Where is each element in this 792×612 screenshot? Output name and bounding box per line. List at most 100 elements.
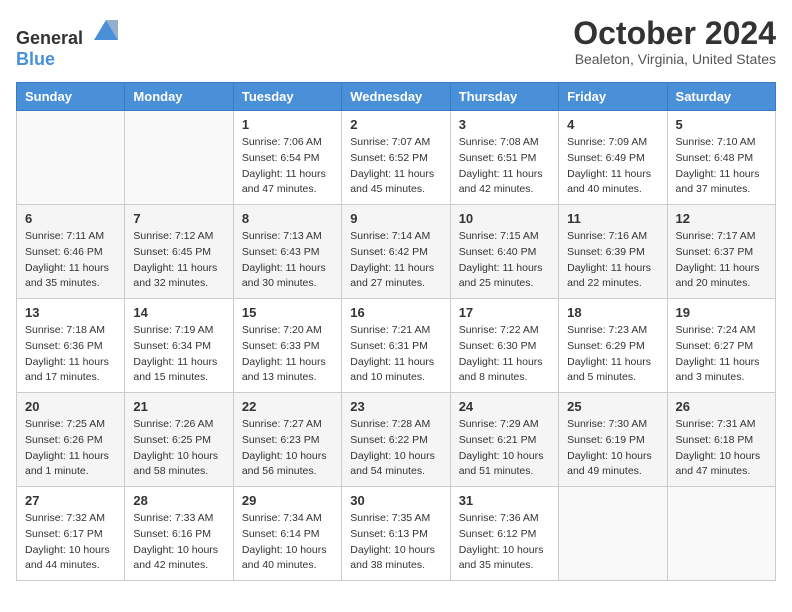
logo: General Blue [16,16,122,70]
calendar-day-cell: 25Sunrise: 7:30 AMSunset: 6:19 PMDayligh… [559,393,667,487]
calendar-day-cell: 29 Sunrise: 7:34 AMSunset: 6:14 PMDayligh… [233,487,341,581]
calendar-day-header: Tuesday [233,83,341,111]
calendar-day-cell: 12 Sunrise: 7:17 AMSunset: 6:37 PMDayligh… [667,205,775,299]
day-number: 12 [676,211,767,226]
day-info: Sunrise: 7:25 AMSunset: 6:26 PMDaylight:… [25,417,116,480]
day-number: 30 [350,493,441,508]
location: Bealeton, Virginia, United States [573,51,776,67]
day-info: Sunrise: 7:24 AMSunset: 6:27 PMDaylight:… [676,323,767,386]
calendar-day-cell: 19 Sunrise: 7:24 AMSunset: 6:27 PMDayligh… [667,299,775,393]
calendar-day-cell: 20 Sunrise: 7:25 AMSunset: 6:26 PMDayligh… [17,393,125,487]
title-block: October 2024 Bealeton, Virginia, United … [573,16,776,67]
day-number: 26 [676,399,767,414]
calendar-day-cell: 21 Sunrise: 7:26 AMSunset: 6:25 PMDayligh… [125,393,233,487]
day-number: 29 [242,493,333,508]
calendar-day-cell: 15 Sunrise: 7:20 AMSunset: 6:33 PMDayligh… [233,299,341,393]
day-info: Sunrise: 7:13 AMSunset: 6:43 PMDaylight:… [242,229,333,292]
day-info: Sunrise: 7:29 AMSunset: 6:21 PMDaylight:… [459,417,550,480]
day-info: Sunrise: 7:16 AMSunset: 6:39 PMDaylight:… [567,229,658,292]
day-info: Sunrise: 7:21 AMSunset: 6:31 PMDaylight:… [350,323,441,386]
day-number: 23 [350,399,441,414]
day-number: 6 [25,211,116,226]
calendar-table: SundayMondayTuesdayWednesdayThursdayFrid… [16,82,776,581]
day-number: 18 [567,305,658,320]
day-info: Sunrise: 7:30 AMSunset: 6:19 PMDaylight:… [567,417,658,480]
calendar-day-cell: 10 Sunrise: 7:15 AMSunset: 6:40 PMDayligh… [450,205,558,299]
calendar-day-cell: 26Sunrise: 7:31 AMSunset: 6:18 PMDayligh… [667,393,775,487]
calendar-day-cell [125,111,233,205]
calendar-day-cell: 6 Sunrise: 7:11 AMSunset: 6:46 PMDaylight… [17,205,125,299]
day-number: 19 [676,305,767,320]
day-number: 21 [133,399,224,414]
day-number: 22 [242,399,333,414]
calendar-day-cell [667,487,775,581]
logo-text: General Blue [16,16,122,70]
day-number: 20 [25,399,116,414]
day-info: Sunrise: 7:10 AMSunset: 6:48 PMDaylight:… [676,135,767,198]
day-info: Sunrise: 7:27 AMSunset: 6:23 PMDaylight:… [242,417,333,480]
calendar-day-header: Sunday [17,83,125,111]
day-number: 28 [133,493,224,508]
calendar-week-row: 20 Sunrise: 7:25 AMSunset: 6:26 PMDayligh… [17,393,776,487]
day-info: Sunrise: 7:09 AMSunset: 6:49 PMDaylight:… [567,135,658,198]
calendar-day-cell: 1 Sunrise: 7:06 AMSunset: 6:54 PMDaylight… [233,111,341,205]
calendar-day-cell: 23Sunrise: 7:28 AMSunset: 6:22 PMDayligh… [342,393,450,487]
calendar-day-cell: 5 Sunrise: 7:10 AMSunset: 6:48 PMDaylight… [667,111,775,205]
day-info: Sunrise: 7:11 AMSunset: 6:46 PMDaylight:… [25,229,116,292]
day-number: 9 [350,211,441,226]
page-header: General Blue October 2024 Bealeton, Virg… [16,16,776,70]
calendar-day-cell: 28Sunrise: 7:33 AMSunset: 6:16 PMDayligh… [125,487,233,581]
calendar-day-cell: 18 Sunrise: 7:23 AMSunset: 6:29 PMDayligh… [559,299,667,393]
day-info: Sunrise: 7:14 AMSunset: 6:42 PMDaylight:… [350,229,441,292]
calendar-day-cell: 17Sunrise: 7:22 AMSunset: 6:30 PMDayligh… [450,299,558,393]
day-info: Sunrise: 7:23 AMSunset: 6:29 PMDaylight:… [567,323,658,386]
calendar-day-cell: 11 Sunrise: 7:16 AMSunset: 6:39 PMDayligh… [559,205,667,299]
day-info: Sunrise: 7:19 AMSunset: 6:34 PMDaylight:… [133,323,224,386]
day-info: Sunrise: 7:36 AMSunset: 6:12 PMDaylight:… [459,511,550,574]
calendar-day-header: Monday [125,83,233,111]
day-number: 4 [567,117,658,132]
day-number: 1 [242,117,333,132]
calendar-day-cell: 14Sunrise: 7:19 AMSunset: 6:34 PMDayligh… [125,299,233,393]
calendar-day-header: Thursday [450,83,558,111]
calendar-day-cell: 13Sunrise: 7:18 AMSunset: 6:36 PMDayligh… [17,299,125,393]
calendar-week-row: 27 Sunrise: 7:32 AMSunset: 6:17 PMDayligh… [17,487,776,581]
calendar-day-header: Wednesday [342,83,450,111]
day-info: Sunrise: 7:06 AMSunset: 6:54 PMDaylight:… [242,135,333,198]
calendar-day-cell: 7Sunrise: 7:12 AMSunset: 6:45 PMDaylight… [125,205,233,299]
calendar-day-cell: 30 Sunrise: 7:35 AMSunset: 6:13 PMDayligh… [342,487,450,581]
calendar-day-header: Saturday [667,83,775,111]
calendar-week-row: 6 Sunrise: 7:11 AMSunset: 6:46 PMDaylight… [17,205,776,299]
day-info: Sunrise: 7:26 AMSunset: 6:25 PMDaylight:… [133,417,224,480]
day-number: 8 [242,211,333,226]
calendar-day-cell: 16Sunrise: 7:21 AMSunset: 6:31 PMDayligh… [342,299,450,393]
calendar-week-row: 13Sunrise: 7:18 AMSunset: 6:36 PMDayligh… [17,299,776,393]
day-number: 31 [459,493,550,508]
calendar-week-row: 1 Sunrise: 7:06 AMSunset: 6:54 PMDaylight… [17,111,776,205]
calendar-day-cell [17,111,125,205]
day-number: 27 [25,493,116,508]
calendar-day-header: Friday [559,83,667,111]
calendar-day-cell: 4 Sunrise: 7:09 AMSunset: 6:49 PMDaylight… [559,111,667,205]
month-title: October 2024 [573,16,776,51]
calendar-header-row: SundayMondayTuesdayWednesdayThursdayFrid… [17,83,776,111]
logo-general: General [16,28,83,48]
day-info: Sunrise: 7:15 AMSunset: 6:40 PMDaylight:… [459,229,550,292]
day-info: Sunrise: 7:17 AMSunset: 6:37 PMDaylight:… [676,229,767,292]
logo-blue: Blue [16,49,55,69]
day-info: Sunrise: 7:20 AMSunset: 6:33 PMDaylight:… [242,323,333,386]
calendar-day-cell: 27 Sunrise: 7:32 AMSunset: 6:17 PMDayligh… [17,487,125,581]
day-number: 3 [459,117,550,132]
day-info: Sunrise: 7:12 AMSunset: 6:45 PMDaylight:… [133,229,224,292]
day-number: 11 [567,211,658,226]
logo-icon [90,16,122,44]
day-info: Sunrise: 7:34 AMSunset: 6:14 PMDaylight:… [242,511,333,574]
day-number: 2 [350,117,441,132]
calendar-day-cell: 9 Sunrise: 7:14 AMSunset: 6:42 PMDaylight… [342,205,450,299]
day-info: Sunrise: 7:22 AMSunset: 6:30 PMDaylight:… [459,323,550,386]
day-info: Sunrise: 7:32 AMSunset: 6:17 PMDaylight:… [25,511,116,574]
day-info: Sunrise: 7:35 AMSunset: 6:13 PMDaylight:… [350,511,441,574]
day-number: 15 [242,305,333,320]
day-number: 10 [459,211,550,226]
day-number: 5 [676,117,767,132]
